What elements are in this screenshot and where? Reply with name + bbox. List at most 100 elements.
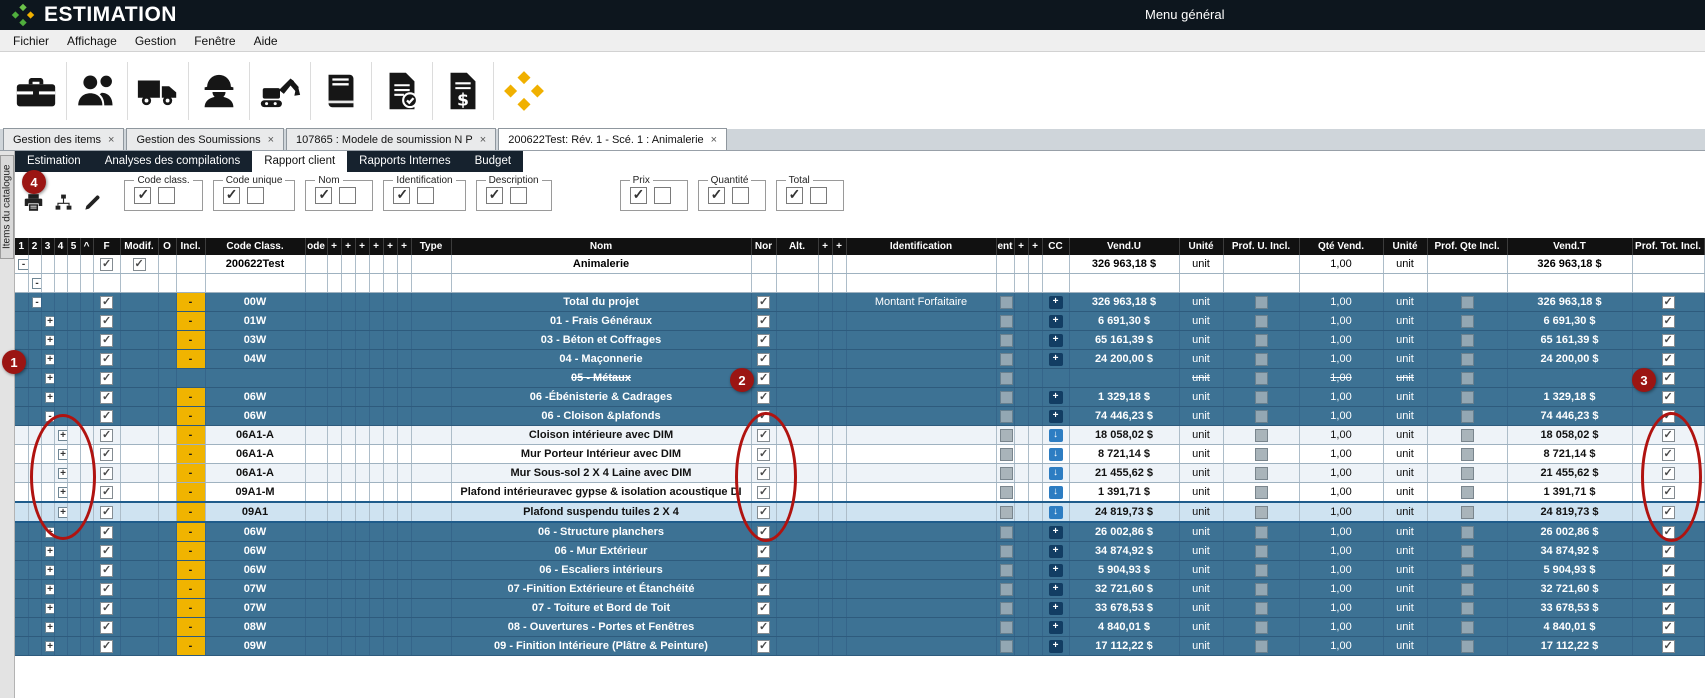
table-row[interactable]: -200622TestAnimalerie326 963,18 $unit1,0… bbox=[15, 255, 1704, 274]
expand-toggle[interactable]: + bbox=[45, 335, 55, 346]
prof-u-checkbox[interactable] bbox=[1255, 640, 1268, 653]
prof-q-checkbox[interactable] bbox=[1461, 315, 1474, 328]
f-checkbox[interactable] bbox=[100, 506, 113, 519]
subtab-estimation[interactable]: Estimation bbox=[15, 151, 93, 172]
expand-toggle[interactable]: + bbox=[45, 373, 55, 384]
f-checkbox[interactable] bbox=[100, 410, 113, 423]
cc-import-icon[interactable]: ↓ bbox=[1049, 506, 1063, 519]
col-header-p7[interactable]: + bbox=[818, 238, 832, 255]
nor-checkbox[interactable] bbox=[757, 391, 770, 404]
nor-checkbox[interactable] bbox=[757, 315, 770, 328]
nor-checkbox[interactable] bbox=[757, 621, 770, 634]
col-header-c1[interactable]: 1 bbox=[15, 238, 28, 255]
prof-q-checkbox[interactable] bbox=[1461, 640, 1474, 653]
nor-checkbox[interactable] bbox=[757, 334, 770, 347]
cc-compile-icon[interactable]: + bbox=[1049, 391, 1063, 404]
filter-checkbox-on[interactable] bbox=[315, 187, 332, 204]
expand-toggle[interactable]: + bbox=[45, 622, 55, 633]
filter-checkbox-on[interactable] bbox=[630, 187, 647, 204]
ent-checkbox[interactable] bbox=[1000, 486, 1013, 499]
table-row[interactable]: +-06A1-ACloison intérieure avec DIM↓18 0… bbox=[15, 426, 1704, 445]
f-checkbox[interactable] bbox=[100, 467, 113, 480]
table-row[interactable]: +-06A1-AMur Sous-sol 2 X 4 Laine avec DI… bbox=[15, 464, 1704, 483]
col-header-p5[interactable]: + bbox=[383, 238, 397, 255]
filter-checkbox-off[interactable] bbox=[654, 187, 671, 204]
table-row[interactable]: +-06W06 - Mur Extérieur+34 874,92 $unit1… bbox=[15, 542, 1704, 561]
col-header-vu[interactable]: Vend.U bbox=[1069, 238, 1179, 255]
ent-checkbox[interactable] bbox=[1000, 583, 1013, 596]
cc-compile-icon[interactable]: + bbox=[1049, 640, 1063, 653]
prof-u-checkbox[interactable] bbox=[1255, 467, 1268, 480]
ent-checkbox[interactable] bbox=[1000, 564, 1013, 577]
nor-checkbox[interactable] bbox=[757, 564, 770, 577]
tab-close-icon[interactable]: × bbox=[268, 135, 274, 145]
f-checkbox[interactable] bbox=[100, 353, 113, 366]
prof-q-checkbox[interactable] bbox=[1461, 526, 1474, 539]
document-dollar-icon[interactable]: $ bbox=[433, 62, 494, 120]
prof-u-checkbox[interactable] bbox=[1255, 410, 1268, 423]
col-header-p8[interactable]: + bbox=[832, 238, 846, 255]
tab-gestion-des-soumissions[interactable]: Gestion des Soumissions× bbox=[126, 128, 284, 150]
f-checkbox[interactable] bbox=[100, 526, 113, 539]
prof-u-checkbox[interactable] bbox=[1255, 353, 1268, 366]
f-checkbox[interactable] bbox=[100, 296, 113, 309]
prof-u-checkbox[interactable] bbox=[1255, 334, 1268, 347]
prof-q-checkbox[interactable] bbox=[1461, 602, 1474, 615]
col-header-nor[interactable]: Nor bbox=[751, 238, 776, 255]
col-header-qv[interactable]: Qté Vend. bbox=[1299, 238, 1383, 255]
cc-compile-icon[interactable]: + bbox=[1049, 621, 1063, 634]
table-row[interactable]: +-09W09 - Finition Intérieure (Plâtre & … bbox=[15, 637, 1704, 656]
prof-q-checkbox[interactable] bbox=[1461, 621, 1474, 634]
col-header-p10[interactable]: + bbox=[1028, 238, 1042, 255]
col-header-c5[interactable]: 5 bbox=[67, 238, 80, 255]
col-header-caret[interactable]: ^ bbox=[80, 238, 93, 255]
nor-checkbox[interactable] bbox=[757, 296, 770, 309]
nor-checkbox[interactable] bbox=[757, 583, 770, 596]
nor-checkbox[interactable] bbox=[757, 545, 770, 558]
table-row[interactable]: +-07W07 -Finition Extérieure et Étanchéi… bbox=[15, 580, 1704, 599]
col-header-c2[interactable]: 2 bbox=[28, 238, 41, 255]
f-checkbox[interactable] bbox=[100, 315, 113, 328]
prof-q-checkbox[interactable] bbox=[1461, 429, 1474, 442]
col-header-pt[interactable]: Prof. Tot. Incl. bbox=[1632, 238, 1704, 255]
prof-u-checkbox[interactable] bbox=[1255, 448, 1268, 461]
ent-checkbox[interactable] bbox=[1000, 429, 1013, 442]
cc-compile-icon[interactable]: + bbox=[1049, 334, 1063, 347]
table-row[interactable]: +-03W03 - Béton et Coffrages+65 161,39 $… bbox=[15, 331, 1704, 350]
prof-q-checkbox[interactable] bbox=[1461, 545, 1474, 558]
prof-u-checkbox[interactable] bbox=[1255, 526, 1268, 539]
cc-compile-icon[interactable]: + bbox=[1049, 564, 1063, 577]
menu-fichier[interactable]: Fichier bbox=[4, 32, 58, 50]
col-header-modif[interactable]: Modif. bbox=[120, 238, 158, 255]
f-checkbox[interactable] bbox=[100, 621, 113, 634]
subtab-budget[interactable]: Budget bbox=[463, 151, 523, 172]
col-header-code[interactable]: Code Class. bbox=[205, 238, 305, 255]
ent-checkbox[interactable] bbox=[1000, 640, 1013, 653]
prof-q-checkbox[interactable] bbox=[1461, 296, 1474, 309]
f-checkbox[interactable] bbox=[100, 258, 113, 271]
expand-toggle[interactable]: + bbox=[45, 603, 55, 614]
col-header-c4[interactable]: 4 bbox=[54, 238, 67, 255]
expand-toggle[interactable]: + bbox=[45, 354, 55, 365]
cc-import-icon[interactable]: ↓ bbox=[1049, 448, 1063, 461]
expand-toggle[interactable]: - bbox=[18, 259, 28, 270]
truck-icon[interactable] bbox=[128, 62, 189, 120]
prof-tot-checkbox[interactable] bbox=[1662, 583, 1675, 596]
col-header-p9[interactable]: + bbox=[1014, 238, 1028, 255]
filter-checkbox-on[interactable] bbox=[223, 187, 240, 204]
prof-tot-checkbox[interactable] bbox=[1662, 334, 1675, 347]
f-checkbox[interactable] bbox=[100, 486, 113, 499]
filter-checkbox-off[interactable] bbox=[339, 187, 356, 204]
filter-checkbox-on[interactable] bbox=[786, 187, 803, 204]
prof-u-checkbox[interactable] bbox=[1255, 583, 1268, 596]
toolbox-icon[interactable] bbox=[6, 62, 67, 120]
ent-checkbox[interactable] bbox=[1000, 602, 1013, 615]
cc-compile-icon[interactable]: + bbox=[1049, 583, 1063, 596]
filter-checkbox-off[interactable] bbox=[810, 187, 827, 204]
f-checkbox[interactable] bbox=[100, 545, 113, 558]
cc-compile-icon[interactable]: + bbox=[1049, 353, 1063, 366]
table-row[interactable]: --00WTotal du projetMontant Forfaitaire+… bbox=[15, 293, 1704, 312]
cc-import-icon[interactable]: ↓ bbox=[1049, 429, 1063, 442]
filter-checkbox-on[interactable] bbox=[393, 187, 410, 204]
filter-checkbox-off[interactable] bbox=[417, 187, 434, 204]
